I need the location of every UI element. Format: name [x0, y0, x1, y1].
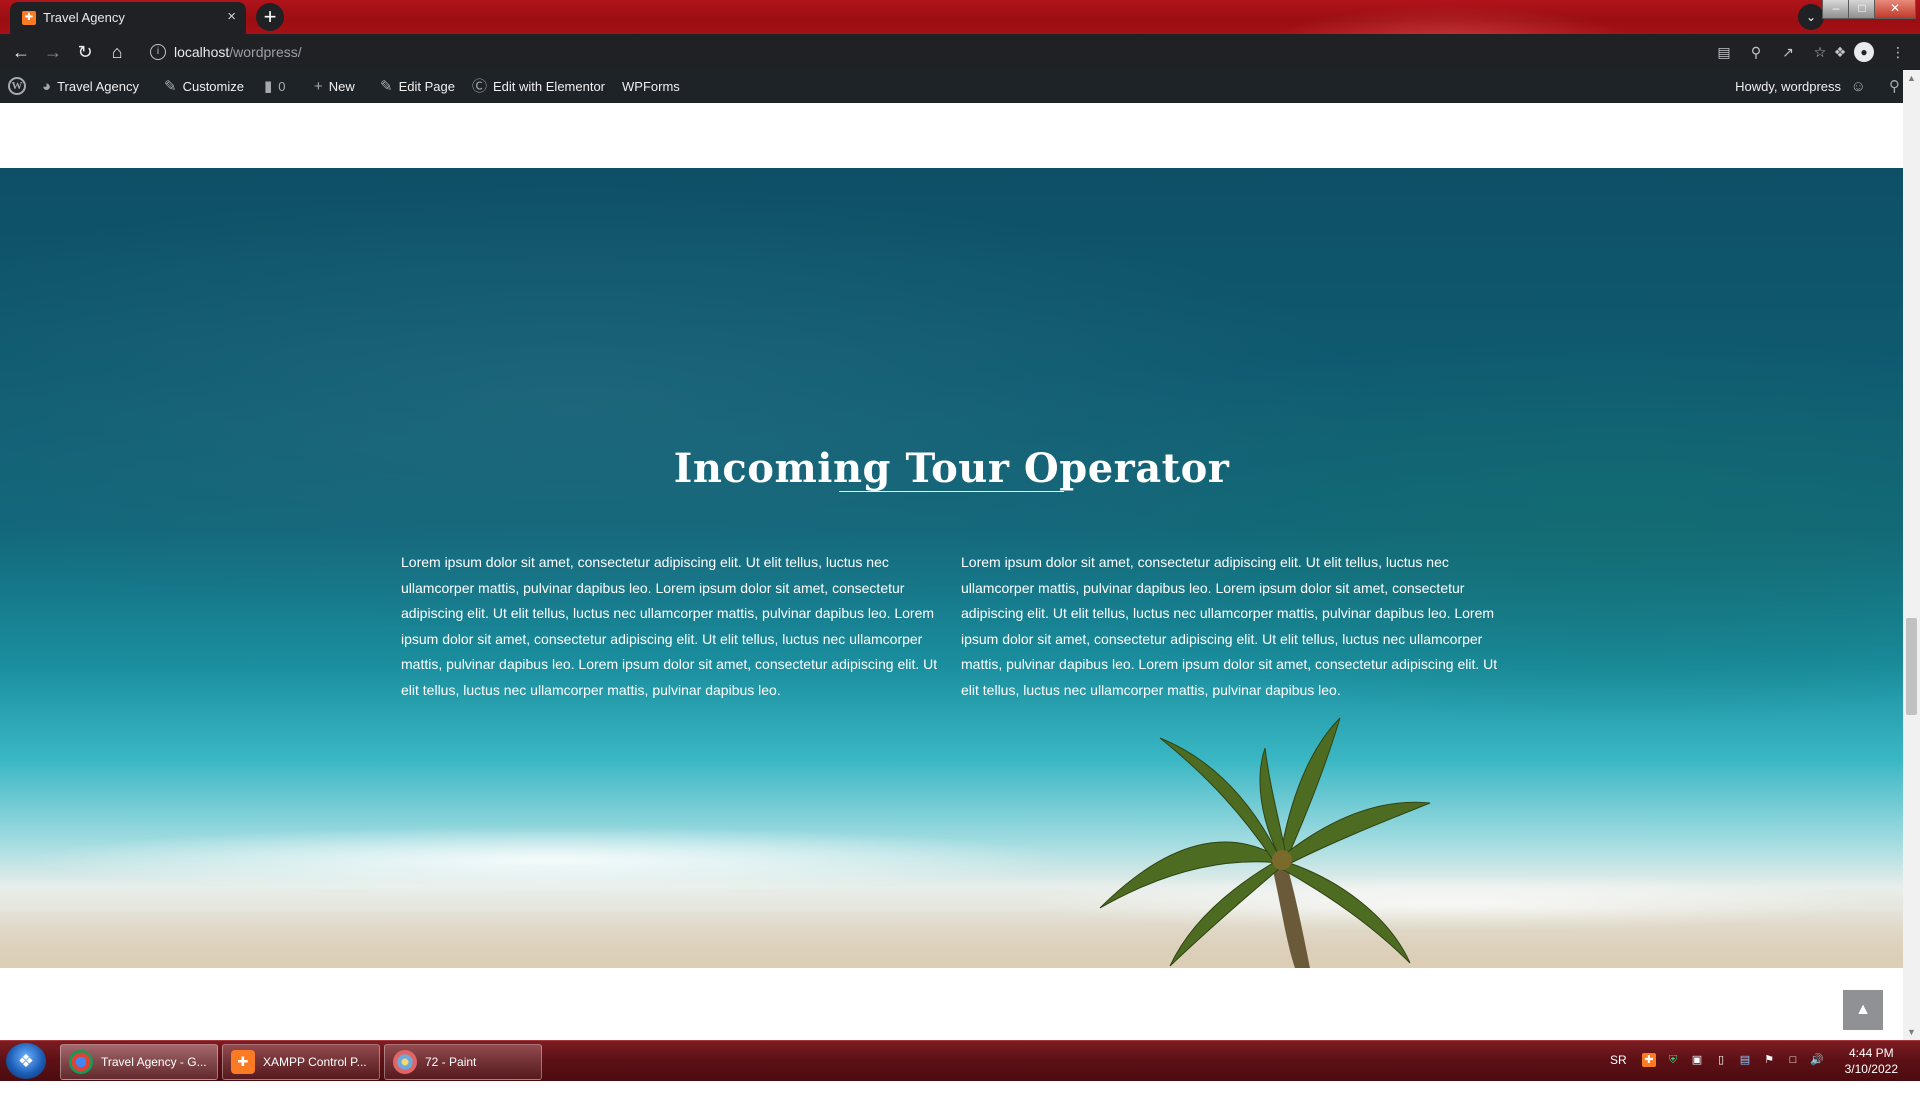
xampp-favicon-icon: ✚ — [22, 11, 36, 25]
taskbar-item-label: XAMPP Control P... — [263, 1055, 367, 1069]
clock-time: 4:44 PM — [1848, 1046, 1894, 1060]
user-avatar-icon: ☺ — [1850, 78, 1866, 95]
url-host: localhost — [174, 44, 230, 60]
taskbar-item-label: 72 - Paint — [425, 1055, 477, 1069]
window-maximize-button[interactable]: □ — [1848, 0, 1876, 19]
xampp-icon: ✚ — [231, 1050, 255, 1074]
system-clock[interactable]: 4:44 PM 3/10/2022 — [1845, 1045, 1898, 1077]
customize-label: Customize — [182, 79, 244, 94]
back-arrow-icon[interactable]: ← — [10, 41, 32, 63]
edit-page-label: Edit Page — [398, 79, 455, 94]
wp-admin-bar: W ◕ Travel Agency ✎ Customize ▮ 0 + New ✎ Edi… — [0, 70, 1920, 103]
taskbar-item-xampp[interactable]: ✚ XAMPP Control P... — [222, 1044, 380, 1080]
taskbar-item-paint[interactable]: 72 - Paint — [384, 1044, 542, 1080]
url-path: /wordpress/ — [229, 44, 302, 60]
wordpress-logo-icon[interactable]: W — [8, 77, 26, 95]
admin-customize[interactable]: ✎ Customize — [164, 70, 244, 103]
home-icon[interactable]: ⌂ — [106, 41, 128, 63]
search-icon: ⚲ — [1889, 78, 1900, 95]
clock-date: 3/10/2022 — [1844, 1062, 1898, 1076]
scroll-to-top-button[interactable]: ▲ — [1843, 990, 1883, 1030]
windows-taskbar: ❖ Travel Agency - G... ✚ XAMPP Control P… — [0, 1040, 1920, 1081]
network-status-icon[interactable]: ▣ — [1690, 1053, 1704, 1067]
forward-arrow-icon[interactable]: → — [42, 41, 64, 63]
translate-icon[interactable]: ▤ — [1714, 42, 1734, 62]
address-url: localhost/wordpress/ — [174, 44, 302, 60]
admin-site-name[interactable]: ◕ Travel Agency — [42, 70, 139, 103]
scroll-down-arrow-icon[interactable]: ▼ — [1903, 1024, 1920, 1040]
plus-icon: + — [314, 78, 323, 95]
site-info-icon[interactable]: i — [150, 44, 166, 60]
elementor-icon: Ⓒ — [472, 78, 488, 95]
paint-icon — [393, 1050, 417, 1074]
window-close-button[interactable]: ✕ — [1874, 0, 1916, 19]
tab-travel-agency[interactable]: ✚ Travel Agency × — [10, 2, 246, 34]
xampp-tray-icon[interactable]: ✚ — [1642, 1053, 1656, 1067]
volume-icon[interactable]: 🔊 — [1810, 1053, 1824, 1067]
address-bar[interactable]: i localhost/wordpress/ — [140, 38, 1700, 66]
taskbar-item-label: Travel Agency - G... — [101, 1055, 207, 1069]
start-button[interactable]: ❖ — [6, 1043, 46, 1079]
comments-count: 0 — [278, 79, 286, 94]
action-center-flag-icon[interactable]: ⚑ — [1762, 1053, 1776, 1067]
comment-bubble-icon: ▮ — [264, 78, 273, 95]
scroll-up-arrow-icon[interactable]: ▲ — [1903, 70, 1920, 86]
zoom-icon[interactable]: ⚲ — [1746, 42, 1766, 62]
wpforms-label: WPForms — [622, 79, 680, 94]
admin-edit-elementor[interactable]: Ⓒ Edit with Elementor — [472, 70, 605, 103]
chrome-menu-icon[interactable]: ⋮ — [1888, 42, 1908, 62]
tab-search-chevron-icon[interactable]: ⌄ — [1798, 4, 1824, 30]
site-name-label: Travel Agency — [57, 79, 139, 94]
hero-title: Incoming Tour Operator — [673, 445, 1230, 493]
admin-edit-page[interactable]: ✎ Edit Page — [380, 70, 455, 103]
page-scrollbar[interactable]: ▲ ▼ — [1903, 70, 1920, 1040]
new-tab-button[interactable]: + — [256, 3, 284, 31]
extensions-puzzle-icon[interactable]: ❖ — [1830, 42, 1850, 62]
shield-icon[interactable]: ⛨ — [1666, 1053, 1680, 1067]
admin-account[interactable]: Howdy, wordpress ☺ — [1735, 70, 1872, 103]
profile-avatar-icon[interactable]: ● — [1854, 42, 1874, 62]
scrollbar-thumb[interactable] — [1906, 618, 1917, 715]
usb-device-icon[interactable]: ▯ — [1714, 1053, 1728, 1067]
pencil-icon: ✎ — [380, 78, 393, 95]
brush-icon: ✎ — [164, 78, 177, 95]
howdy-label: Howdy, wordpress — [1735, 79, 1842, 94]
chrome-icon — [69, 1050, 93, 1074]
browser-tab-strip: ✚ Travel Agency × + ⌄ – □ ✕ — [0, 0, 1920, 34]
edit-elementor-label: Edit with Elementor — [493, 79, 606, 94]
title-divider — [839, 491, 1064, 492]
admin-new[interactable]: + New — [314, 70, 355, 103]
theme-decoration — [1240, 0, 1660, 34]
language-indicator[interactable]: SR — [1610, 1053, 1627, 1093]
admin-comments[interactable]: ▮ 0 — [264, 70, 286, 103]
beach-sand — [0, 908, 1903, 968]
dashboard-icon: ◕ — [42, 78, 52, 95]
taskbar-item-chrome[interactable]: Travel Agency - G... — [60, 1044, 218, 1080]
admin-wpforms[interactable]: WPForms — [622, 70, 680, 103]
palm-tree-image — [1099, 717, 1431, 968]
tab-close-icon[interactable]: × — [227, 8, 236, 25]
browser-toolbar: ← → ↻ ⌂ i localhost/wordpress/ ▤ ⚲ ↗ ☆ ❖… — [0, 34, 1920, 70]
page-content: Incoming Tour Operator Lorem ipsum dolor… — [0, 103, 1903, 1040]
hero-text-left: Lorem ipsum dolor sit amet, consectetur … — [401, 554, 938, 698]
hero-section: Incoming Tour Operator Lorem ipsum dolor… — [0, 168, 1903, 968]
bookmark-star-icon[interactable]: ☆ — [1810, 42, 1830, 62]
window-minimize-button[interactable]: – — [1822, 0, 1850, 19]
share-icon[interactable]: ↗ — [1778, 42, 1798, 62]
hero-text-right: Lorem ipsum dolor sit amet, consectetur … — [961, 554, 1498, 698]
tab-title: Travel Agency — [43, 10, 125, 25]
display-icon[interactable]: ▤ — [1738, 1053, 1752, 1067]
network-icon[interactable]: □ — [1786, 1053, 1800, 1067]
reload-icon[interactable]: ↻ — [74, 41, 96, 63]
new-label: New — [328, 79, 355, 94]
